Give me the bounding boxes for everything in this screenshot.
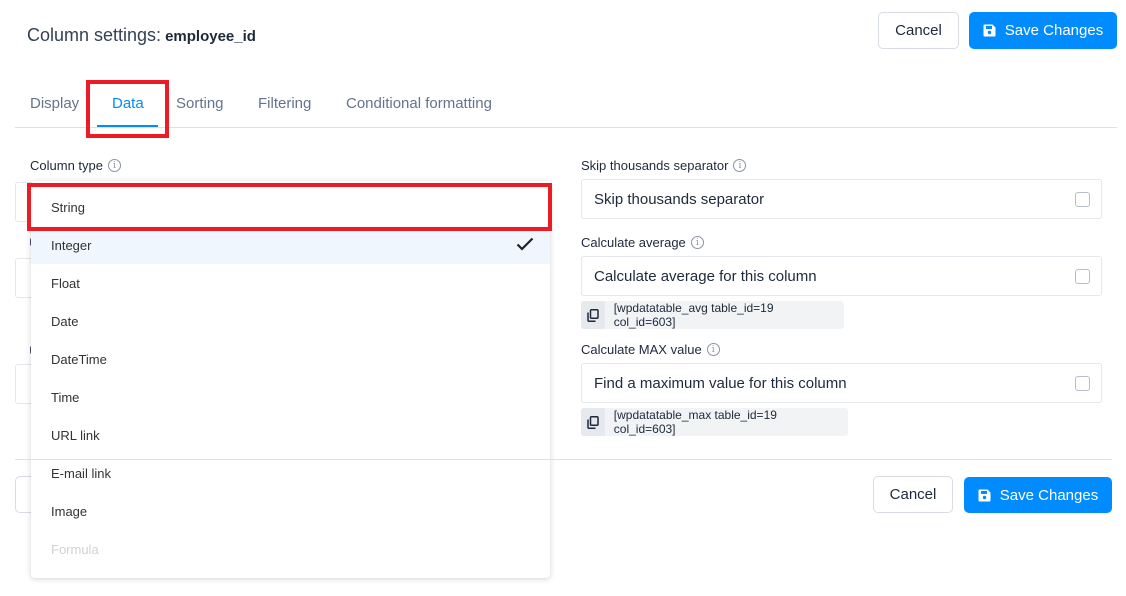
calc-max-label-text: Calculate MAX value [581, 342, 702, 357]
option-label: Formula [51, 541, 99, 557]
settings-tabs: Display Data Sorting Filtering Condition… [15, 87, 1117, 128]
tab-display[interactable]: Display [30, 95, 79, 112]
option-label: DateTime [51, 351, 107, 367]
option-url-link[interactable]: URL link [31, 416, 550, 454]
info-icon[interactable]: i [733, 159, 747, 172]
option-datetime[interactable]: DateTime [31, 340, 550, 378]
calc-max-checkbox-label: Find a maximum value for this column [594, 374, 847, 392]
option-image[interactable]: Image [31, 492, 550, 530]
tab-conditional-formatting[interactable]: Conditional formatting [346, 95, 492, 112]
avg-shortcode-text: [wpdatatable_avg table_id=19 col_id=603] [613, 301, 774, 329]
footer-cancel-button[interactable]: Cancel [873, 476, 953, 513]
skip-thousands-label: Skip thousands separator i [581, 158, 747, 173]
title-prefix: Column settings: [27, 25, 162, 45]
option-float[interactable]: Float [31, 264, 550, 302]
skip-thousands-field[interactable]: Skip thousands separator [581, 179, 1102, 219]
save-label: Save Changes [1004, 22, 1104, 39]
footer-divider [15, 459, 1112, 460]
calc-average-label: Calculate average i [581, 235, 704, 250]
skip-thousands-checkbox-label: Skip thousands separator [594, 190, 765, 208]
option-label: Time [51, 389, 80, 405]
checkmark-icon [516, 237, 534, 254]
floppy-disk-icon [978, 489, 991, 502]
info-icon[interactable]: i [690, 236, 704, 249]
calc-max-field[interactable]: Find a maximum value for this column [581, 363, 1102, 403]
calc-average-checkbox[interactable] [1075, 269, 1090, 284]
save-changes-button[interactable]: Save Changes [969, 12, 1117, 49]
option-label: E-mail link [51, 465, 111, 481]
active-tab-indicator [97, 125, 158, 127]
avg-shortcode: [wpdatatable_avg table_id=19 col_id=603] [581, 301, 844, 329]
option-label: Date [51, 313, 79, 329]
max-shortcode: [wpdatatable_max table_id=19 col_id=603] [581, 408, 848, 436]
option-label: String [51, 199, 85, 215]
cancel-label: Cancel [895, 22, 942, 39]
option-label: Float [51, 275, 80, 291]
info-icon[interactable]: i [706, 343, 720, 356]
skip-thousands-checkbox[interactable] [1075, 192, 1090, 207]
option-label: Integer [51, 237, 92, 253]
save-label: Save Changes [999, 486, 1099, 504]
cancel-button[interactable]: Cancel [878, 12, 959, 49]
column-name: employee_id [165, 28, 256, 45]
column-type-label: Column type i [30, 158, 121, 173]
cancel-label: Cancel [889, 486, 937, 503]
calc-max-label: Calculate MAX value i [581, 342, 720, 357]
option-integer[interactable]: Integer [31, 226, 550, 264]
info-icon[interactable]: i [107, 159, 121, 172]
footer-save-changes-button[interactable]: Save Changes [964, 477, 1112, 513]
tab-filtering[interactable]: Filtering [258, 95, 311, 112]
option-formula: Formula [31, 530, 550, 568]
tab-sorting[interactable]: Sorting [176, 95, 224, 112]
skip-thousands-label-text: Skip thousands separator [581, 158, 729, 173]
calc-average-field[interactable]: Calculate average for this column [581, 256, 1102, 296]
calc-max-checkbox[interactable] [1075, 376, 1090, 391]
page-title: Column settings: employee_id [27, 25, 256, 46]
floppy-disk-icon [983, 24, 996, 37]
column-type-dropdown: String Integer Float Date DateTime Time … [31, 181, 550, 578]
column-type-label-text: Column type [30, 158, 103, 173]
option-time[interactable]: Time [31, 378, 550, 416]
calc-average-checkbox-label: Calculate average for this column [594, 267, 817, 285]
option-date[interactable]: Date [31, 302, 550, 340]
option-string[interactable]: String [31, 188, 550, 226]
copy-icon[interactable] [581, 301, 605, 329]
option-label: URL link [51, 427, 100, 443]
calc-average-label-text: Calculate average [581, 235, 686, 250]
tab-data[interactable]: Data [112, 95, 144, 112]
copy-icon[interactable] [581, 408, 605, 436]
option-label: Image [51, 503, 88, 519]
max-shortcode-text: [wpdatatable_max table_id=19 col_id=603] [613, 408, 777, 436]
